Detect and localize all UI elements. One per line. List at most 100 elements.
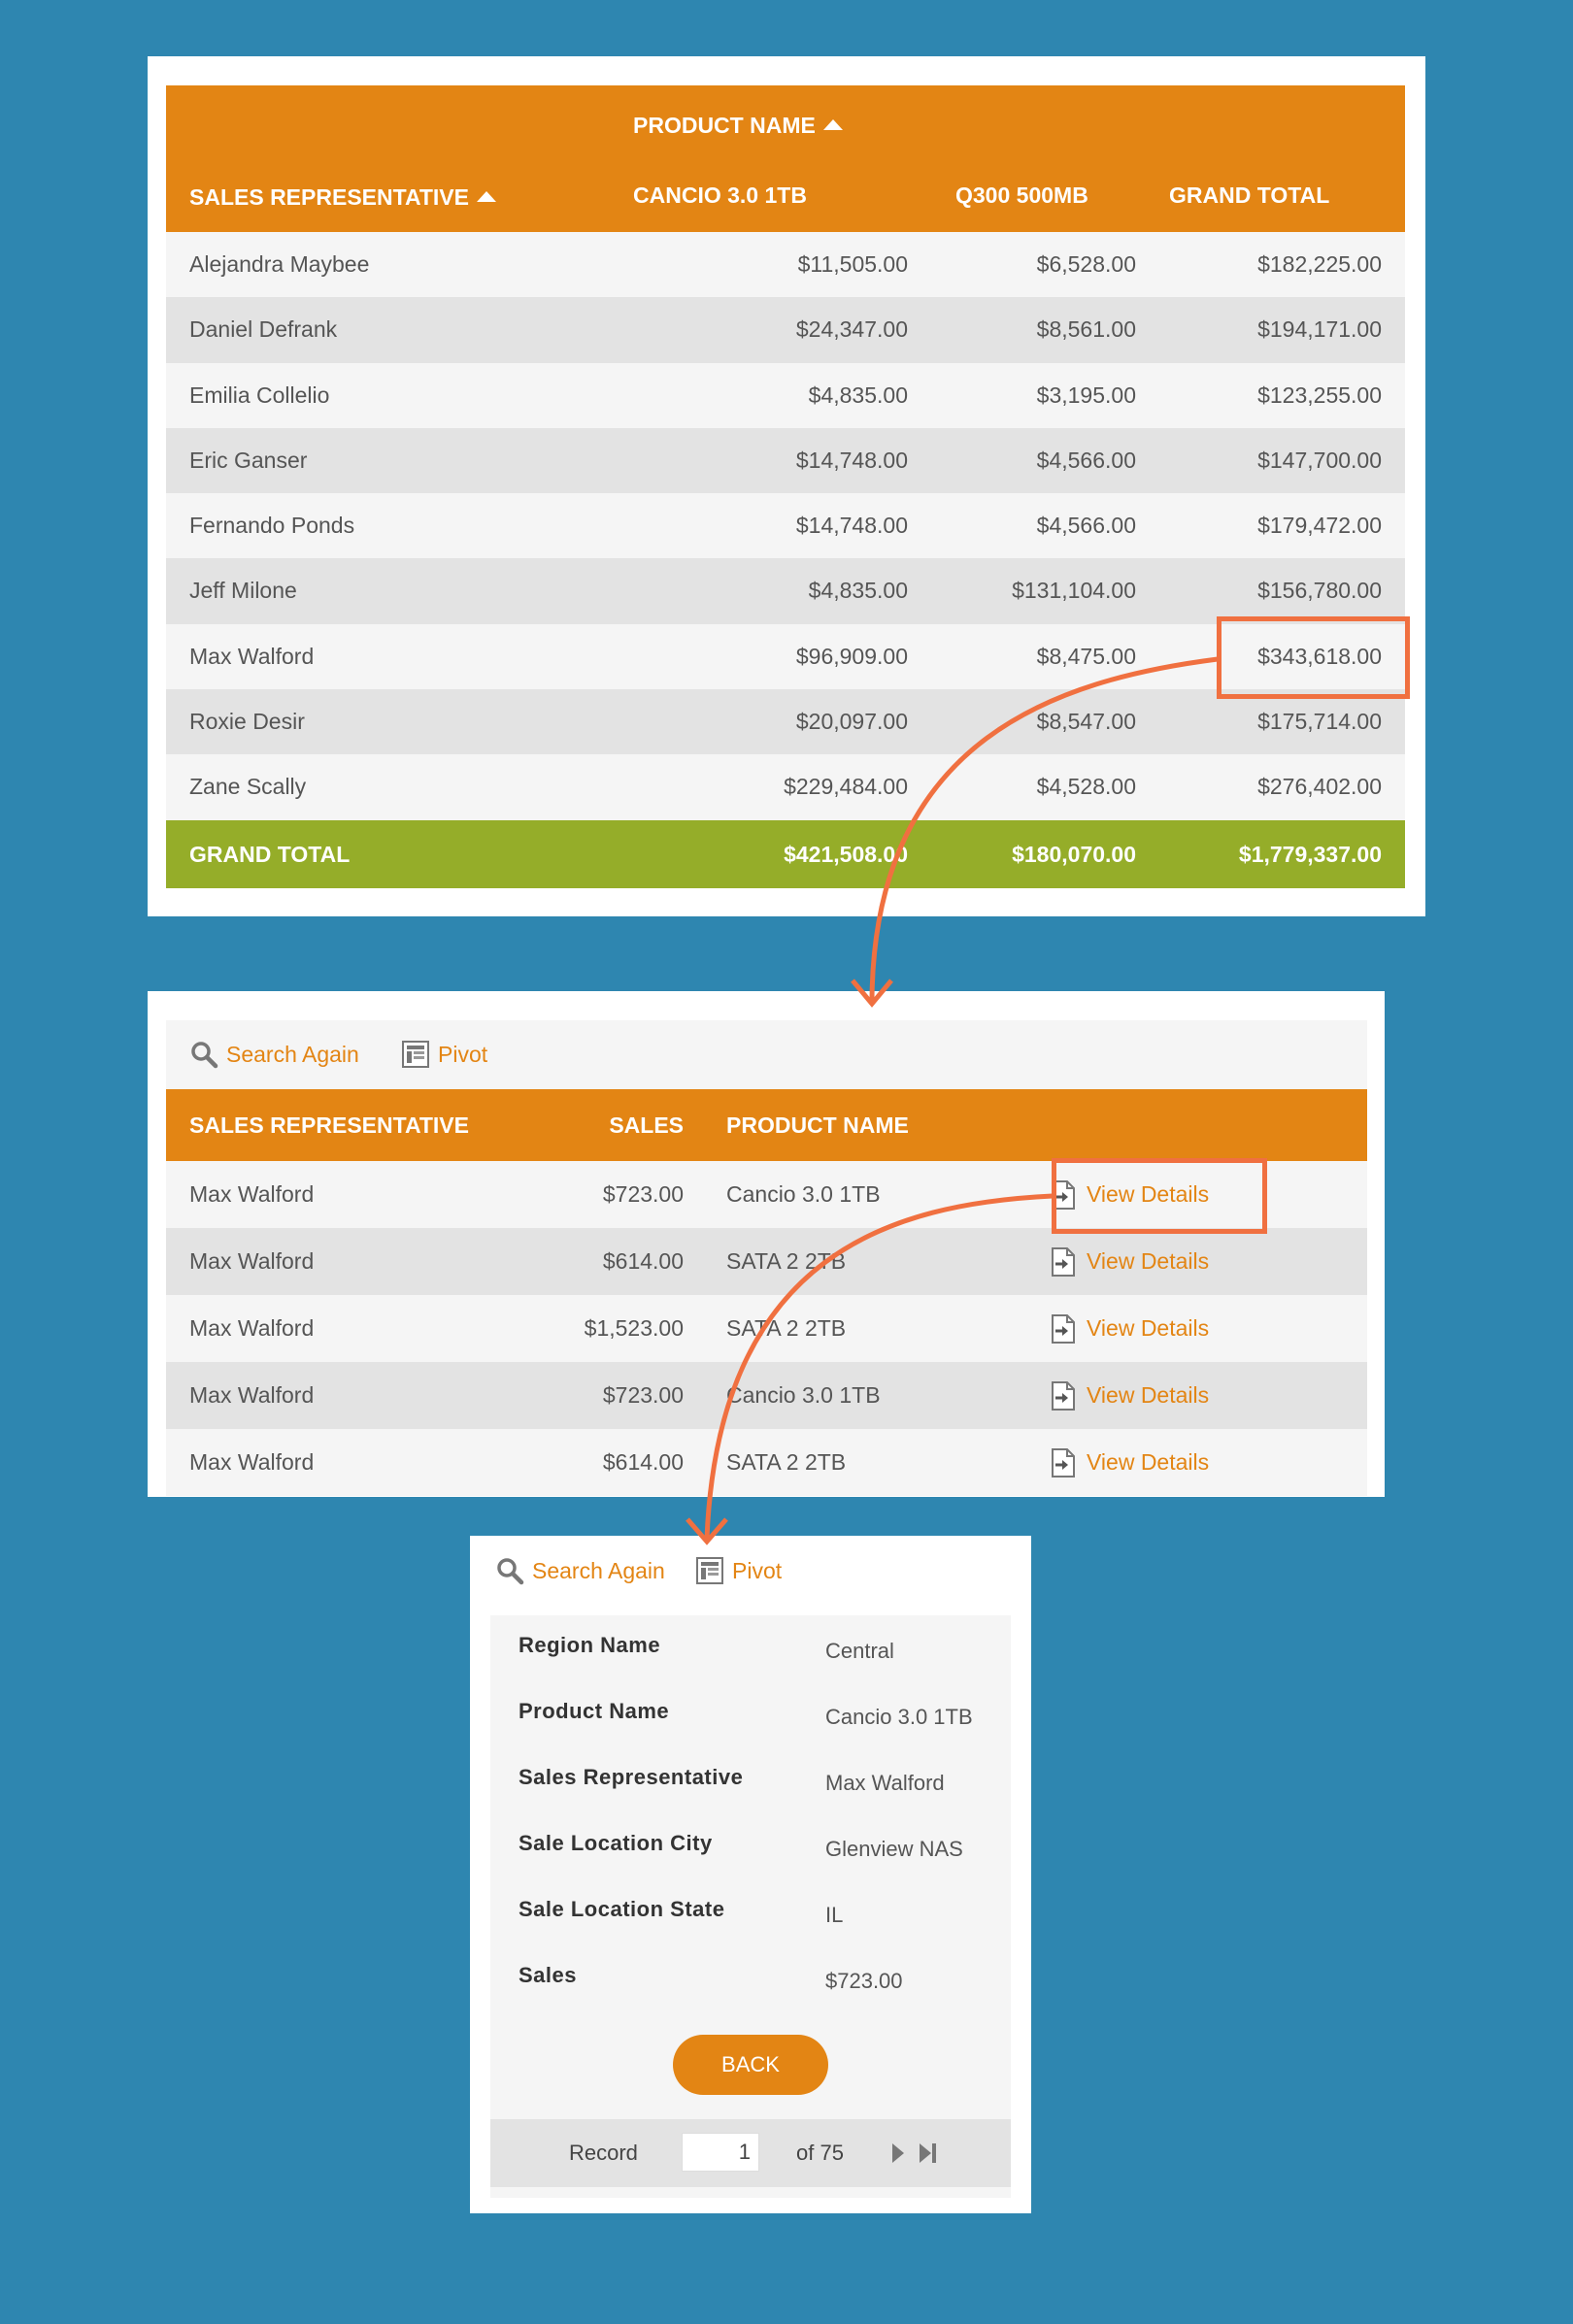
q300-value[interactable]: $4,566.00: [1037, 493, 1136, 558]
grand-total-value[interactable]: $276,402.00: [1257, 754, 1382, 819]
grand-total-value[interactable]: $182,225.00: [1257, 232, 1382, 297]
q300-value[interactable]: $3,195.00: [1037, 363, 1136, 428]
record-row: Max Walford $614.00 SATA 2 2TB View Details: [166, 1429, 1367, 1496]
search-again-link[interactable]: Search Again: [495, 1556, 665, 1585]
field-label: Sale Location State: [519, 1897, 725, 1921]
detail-field: Sales $723.00: [490, 1963, 1011, 2029]
cancio-value[interactable]: $229,484.00: [784, 754, 908, 819]
row-header-sales-rep[interactable]: SALES REPRESENTATIVE: [189, 184, 496, 211]
record-rep: Max Walford: [189, 1248, 315, 1274]
search-icon: [497, 1558, 524, 1585]
view-details-link[interactable]: View Details: [1050, 1295, 1209, 1362]
pivot-link[interactable]: Pivot: [695, 1556, 782, 1585]
records-panel: Search Again Pivot SALES REPRESENTATIVE …: [148, 991, 1385, 1497]
record-sales: $1,523.00: [584, 1315, 684, 1341]
cancio-value[interactable]: $11,505.00: [798, 232, 908, 297]
rep-name: Eric Ganser: [189, 447, 308, 473]
back-button[interactable]: BACK: [673, 2035, 828, 2095]
q300-value[interactable]: $4,566.00: [1037, 428, 1136, 493]
q300-value[interactable]: $6,528.00: [1037, 232, 1136, 297]
record-product: Cancio 3.0 1TB: [726, 1181, 881, 1207]
column-header-cancio[interactable]: CANCIO 3.0 1TB: [633, 183, 807, 209]
q300-value[interactable]: $8,561.00: [1037, 297, 1136, 362]
view-details-icon: [1052, 1246, 1075, 1277]
record-rep: Max Walford: [189, 1181, 315, 1207]
grand-total-value[interactable]: $194,171.00: [1257, 297, 1382, 362]
rep-name: Emilia Collelio: [189, 382, 330, 408]
grand-total-value[interactable]: $123,255.00: [1257, 363, 1382, 428]
header-product-name[interactable]: PRODUCT NAME: [726, 1089, 909, 1161]
record-row: Max Walford $614.00 SATA 2 2TB View Details: [166, 1228, 1367, 1295]
grand-total-overall[interactable]: $1,779,337.00: [1239, 820, 1382, 888]
q300-value[interactable]: $131,104.00: [1012, 558, 1136, 623]
field-label: Sales: [519, 1963, 577, 1987]
rep-name: Roxie Desir: [189, 709, 305, 735]
pivot-rows: Alejandra Maybee $11,505.00 $6,528.00 $182,…: [166, 232, 1405, 820]
header-sales-rep[interactable]: SALES REPRESENTATIVE: [189, 1089, 469, 1161]
cancio-value[interactable]: $14,748.00: [796, 493, 908, 558]
field-value: IL: [825, 1903, 844, 1927]
grand-total-value[interactable]: $175,714.00: [1257, 689, 1382, 754]
rep-name: Alejandra Maybee: [189, 251, 370, 277]
pivot-row: Zane Scally $229,484.00 $4,528.00 $276,402.…: [166, 754, 1405, 820]
record-row: Max Walford $723.00 Cancio 3.0 1TB View Det…: [166, 1362, 1367, 1429]
pivot-row: Alejandra Maybee $11,505.00 $6,528.00 $182,…: [166, 232, 1405, 298]
pivot-row: Jeff Milone $4,835.00 $131,104.00 $156,780.…: [166, 558, 1405, 624]
record-product: SATA 2 2TB: [726, 1248, 847, 1274]
pivot-icon: [402, 1041, 429, 1068]
grand-total-q300[interactable]: $180,070.00: [1012, 820, 1136, 888]
field-value: Cancio 3.0 1TB: [825, 1705, 973, 1729]
column-header-q300[interactable]: Q300 500MB: [955, 183, 1088, 209]
search-again-link[interactable]: Search Again: [189, 1040, 359, 1069]
pivot-icon: [696, 1557, 723, 1584]
pivot-row: Eric Ganser $14,748.00 $4,566.00 $147,700.0…: [166, 427, 1405, 494]
callout-highlight-grand-total: [1217, 616, 1410, 699]
next-page-icon[interactable]: [890, 2142, 906, 2164]
column-header-grand-total[interactable]: GRAND TOTAL: [1169, 183, 1329, 209]
cancio-value[interactable]: $96,909.00: [796, 624, 908, 689]
field-label: Region Name: [519, 1633, 661, 1657]
view-details-icon: [1052, 1447, 1075, 1477]
rep-name: Max Walford: [189, 643, 315, 669]
pivot-panel: PRODUCT NAME SALES REPRESENTATIVE CANCIO…: [148, 56, 1425, 916]
cancio-value[interactable]: $4,835.00: [809, 363, 908, 428]
view-details-icon: [1052, 1380, 1075, 1411]
view-details-link[interactable]: View Details: [1050, 1429, 1209, 1496]
grand-total-cancio[interactable]: $421,508.00: [784, 820, 908, 888]
header-sales[interactable]: SALES: [609, 1089, 684, 1161]
column-group-header[interactable]: PRODUCT NAME: [633, 113, 843, 139]
q300-value[interactable]: $8,475.00: [1037, 624, 1136, 689]
pivot-link[interactable]: Pivot: [401, 1040, 487, 1069]
cancio-value[interactable]: $24,347.00: [796, 297, 908, 362]
field-label: Sales Representative: [519, 1765, 744, 1789]
record-rep: Max Walford: [189, 1315, 315, 1341]
last-page-icon[interactable]: [918, 2142, 939, 2164]
record-sales: $723.00: [602, 1382, 684, 1408]
record-product: SATA 2 2TB: [726, 1449, 847, 1475]
grand-total-value[interactable]: $147,700.00: [1257, 428, 1382, 493]
record-sales: $723.00: [602, 1181, 684, 1207]
cancio-value[interactable]: $14,748.00: [796, 428, 908, 493]
q300-value[interactable]: $8,547.00: [1037, 689, 1136, 754]
view-details-link[interactable]: View Details: [1050, 1228, 1209, 1295]
pivot-row: Roxie Desir $20,097.00 $8,547.00 $175,714.0…: [166, 689, 1405, 755]
toolbar: Search Again Pivot: [166, 1020, 1367, 1089]
grand-total-label: GRAND TOTAL: [189, 841, 351, 867]
q300-value[interactable]: $4,528.00: [1037, 754, 1136, 819]
detail-field: Sale Location City Glenview NAS: [490, 1831, 1011, 1897]
view-details-link[interactable]: View Details: [1050, 1362, 1209, 1429]
field-value: Glenview NAS: [825, 1837, 963, 1861]
cancio-value[interactable]: $20,097.00: [796, 689, 908, 754]
record-product: SATA 2 2TB: [726, 1315, 847, 1341]
grand-total-value[interactable]: $156,780.00: [1257, 558, 1382, 623]
grand-total-value[interactable]: $179,472.00: [1257, 493, 1382, 558]
sort-ascending-icon: [822, 119, 843, 130]
detail-form: Region Name Central Product Name Cancio 3.0…: [490, 1615, 1011, 2198]
rep-name: Zane Scally: [189, 774, 307, 800]
detail-panel: Search Again Pivot Region Name Central Pro…: [470, 1536, 1031, 2213]
record-number-input[interactable]: [682, 2133, 759, 2172]
view-details-icon: [1052, 1313, 1075, 1344]
pivot-row: Daniel Defrank $24,347.00 $8,561.00 $194,17…: [166, 297, 1405, 363]
record-label: Record: [569, 2141, 638, 2165]
cancio-value[interactable]: $4,835.00: [809, 558, 908, 623]
